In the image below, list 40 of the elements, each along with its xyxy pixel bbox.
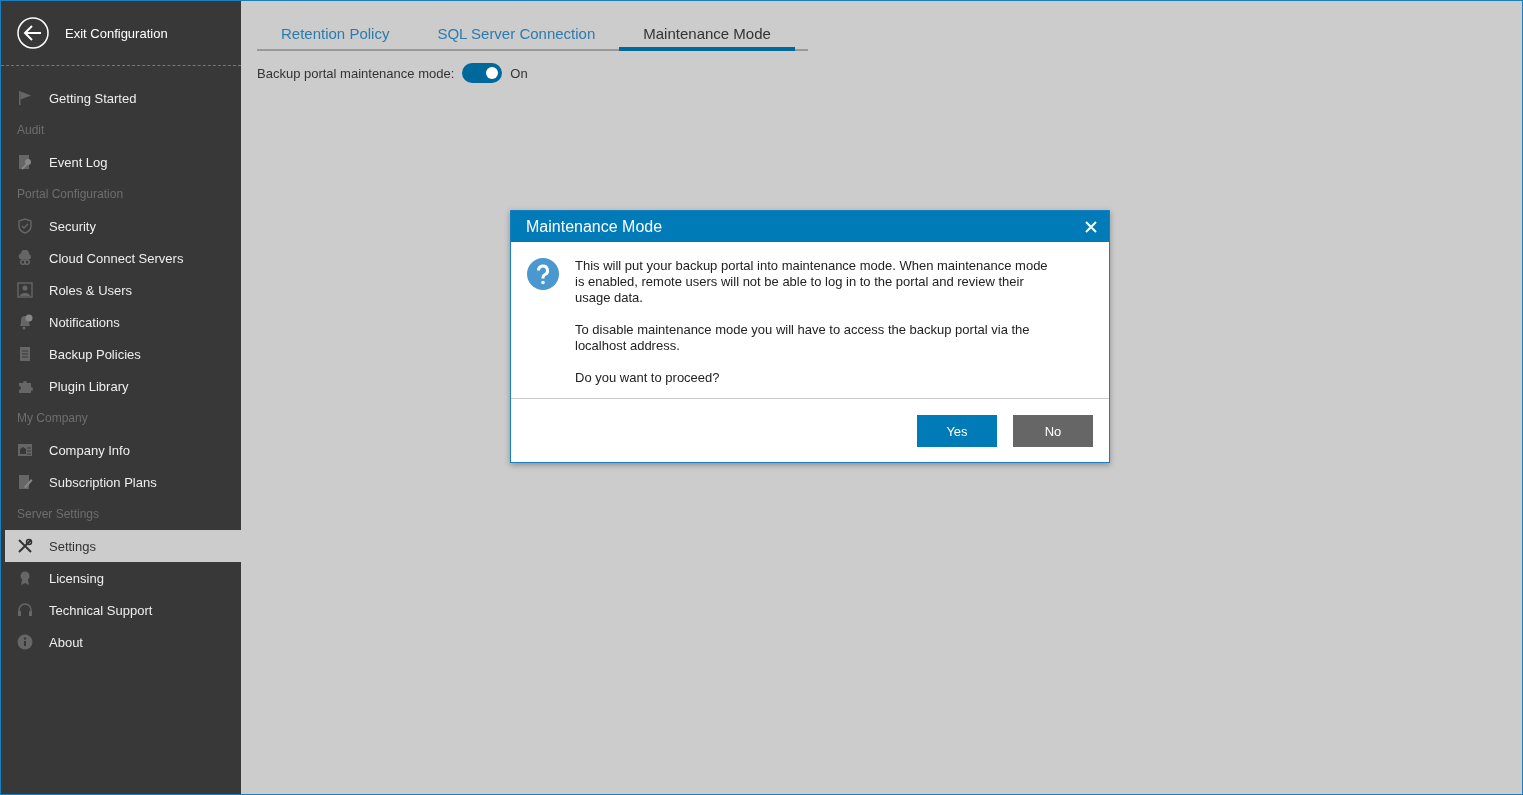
sidebar-item[interactable]: Technical Support [1, 594, 241, 626]
sidebar-item[interactable]: Event Log [1, 146, 241, 178]
puzzle-icon [17, 378, 33, 394]
shield-icon [17, 218, 33, 234]
bell-alert-icon [17, 314, 33, 330]
sidebar-item[interactable]: About [1, 626, 241, 658]
dialog-message: Do you want to proceed? [575, 370, 721, 386]
sidebar-item[interactable]: Subscription Plans [1, 466, 241, 498]
cloud-link-icon [17, 250, 33, 266]
sidebar-item[interactable]: Plugin Library [1, 370, 241, 402]
toggle-label: Backup portal maintenance mode: [257, 65, 455, 81]
flag-icon [17, 90, 33, 106]
notebook-key-icon [17, 154, 33, 170]
document-icon [17, 346, 33, 362]
dialog-message: To disable maintenance mode you will have to access the backup portal via the localhost address. [575, 322, 1031, 354]
sidebar-item[interactable]: Security [1, 210, 241, 242]
info-icon [17, 634, 33, 650]
pencil-note-icon [17, 474, 33, 490]
no-button[interactable]: No [1013, 415, 1093, 447]
sidebar-item[interactable]: Notifications [1, 306, 241, 338]
toggle-switch[interactable] [462, 63, 503, 83]
user-card-icon [17, 282, 33, 298]
sidebar-item[interactable]: Roles & Users [1, 274, 241, 306]
close-button[interactable] [1083, 218, 1099, 235]
yes-button[interactable]: Yes [917, 415, 997, 447]
sidebar-item[interactable]: Backup Policies [1, 338, 241, 370]
sidebar-item[interactable]: Cloud Connect Servers [1, 242, 241, 274]
close-icon [1085, 220, 1097, 233]
building-card-icon [17, 442, 33, 458]
sidebar-item[interactable]: Company Info [1, 434, 241, 466]
tab[interactable]: Maintenance Mode [619, 17, 795, 51]
dialog-title: Maintenance Mode [526, 217, 663, 236]
question-icon [527, 258, 559, 290]
sidebar-item[interactable]: Settings [5, 530, 241, 562]
tools-icon [17, 538, 33, 554]
sidebar-item[interactable]: Licensing [1, 562, 241, 594]
sidebar-item[interactable]: Getting Started [1, 82, 241, 114]
dialog-message: This will put your backup portal into maintenance mode. When maintenance mode is enabled, remote users will not be able to log in to the portal and review their usage data. [575, 258, 1049, 306]
headset-icon [17, 602, 33, 618]
toggle-state-text: On [510, 65, 528, 81]
